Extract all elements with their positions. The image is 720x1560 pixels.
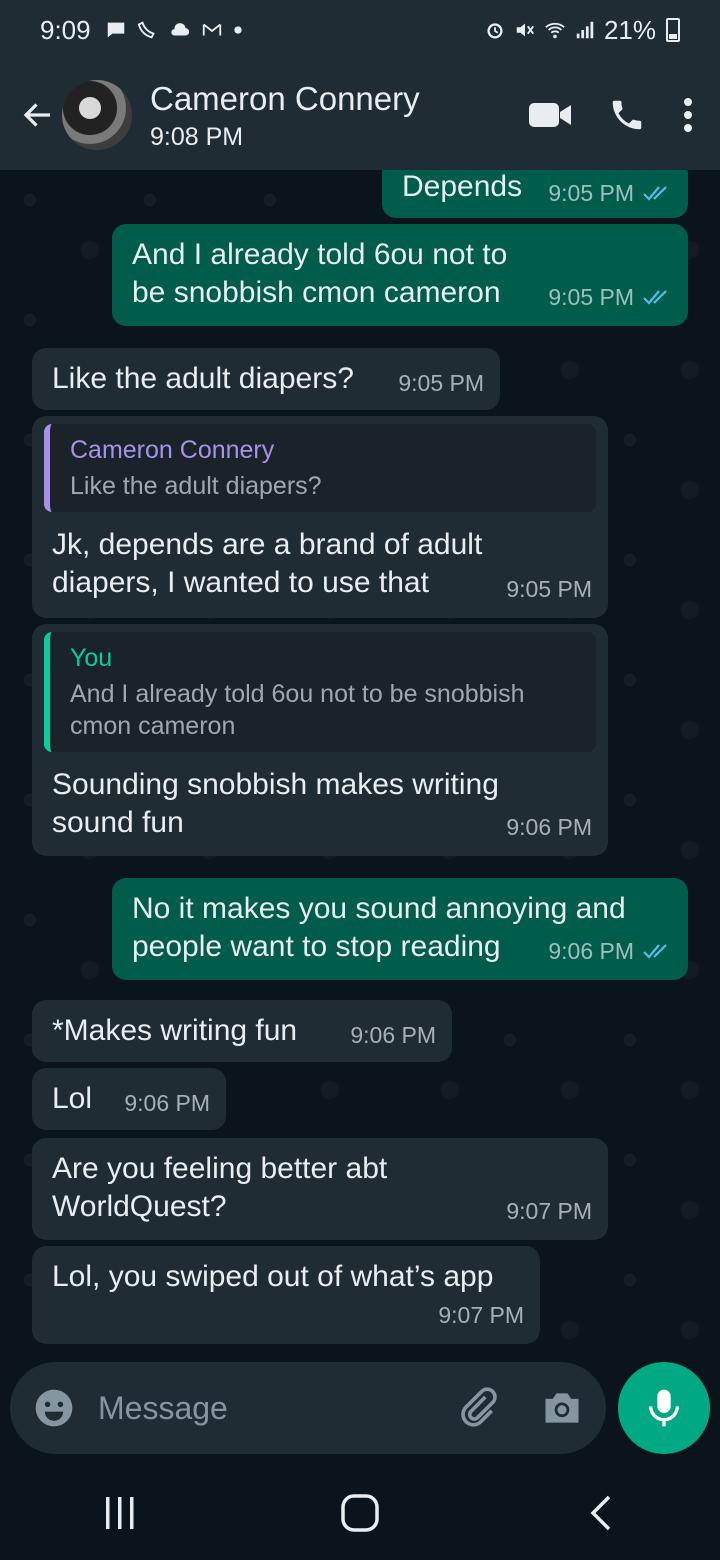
home-icon	[341, 1494, 379, 1532]
message-meta: 9:06 PM	[548, 932, 672, 970]
emoji-icon[interactable]	[32, 1386, 76, 1430]
message-meta: 9:07 PM	[438, 1296, 524, 1334]
microphone-icon	[649, 1389, 679, 1427]
message-meta: 9:05 PM	[548, 278, 672, 316]
message-list[interactable]: Depends 9:05 PM And I already told 6ou n…	[0, 170, 720, 1360]
message-incoming[interactable]: Like the adult diapers? 9:05 PM	[32, 348, 500, 410]
message-incoming[interactable]: Are you feeling better abt WorldQuest? 9…	[32, 1138, 608, 1240]
message-text: Lol, you swiped out of what’s app	[52, 1260, 494, 1293]
message-text: Depends	[402, 170, 523, 203]
video-call-button[interactable]	[528, 100, 572, 130]
video-camera-icon	[529, 103, 571, 127]
system-icons: 21%	[484, 15, 680, 46]
chat-header: Cameron Connery 9:08 PM	[0, 60, 720, 170]
quoted-author: Cameron Connery	[70, 436, 275, 464]
message-meta: 9:05 PM	[548, 174, 672, 212]
signal-icon	[576, 21, 594, 39]
recents-icon	[106, 1497, 134, 1529]
message-outgoing[interactable]: Depends 9:05 PM	[382, 170, 688, 218]
wifi-icon	[545, 22, 565, 39]
message-time: 9:06 PM	[124, 1090, 210, 1116]
status-time: 9:09	[40, 14, 91, 45]
message-text: Sounding snobbish makes writing sound fu…	[52, 768, 499, 839]
double-check-icon	[643, 944, 667, 959]
message-time: 9:07 PM	[438, 1302, 524, 1328]
status-bar: 9:09 21%	[0, 0, 720, 60]
battery-icon	[666, 18, 680, 42]
alarm-icon	[487, 23, 503, 39]
message-outgoing[interactable]: And I already told 6ou not to be snobbis…	[112, 224, 688, 326]
gmail-icon	[202, 23, 221, 36]
paperclip-icon[interactable]	[456, 1386, 500, 1430]
message-text: Like the adult diapers?	[52, 362, 354, 395]
message-time: 9:07 PM	[506, 1198, 592, 1224]
last-seen: 9:08 PM	[150, 122, 244, 151]
cloud-icon	[170, 23, 189, 36]
dot-icon	[233, 26, 242, 34]
avatar[interactable]	[62, 80, 132, 150]
message-meta: 9:05 PM	[506, 570, 592, 608]
phone-icon	[612, 100, 642, 130]
kebab-menu-icon	[684, 98, 692, 132]
double-check-icon	[643, 186, 667, 201]
message-incoming-reply[interactable]: You And I already told 6ou not to be sno…	[32, 624, 608, 856]
message-text: Are you feeling better abt WorldQuest?	[52, 1152, 388, 1223]
double-check-icon	[643, 290, 667, 305]
wifi-call-icon	[137, 21, 155, 39]
message-meta: 9:06 PM	[124, 1084, 210, 1122]
message-text: Lol	[52, 1082, 93, 1115]
chevron-left-icon	[590, 1495, 611, 1531]
quoted-message[interactable]: You And I already told 6ou not to be sno…	[44, 632, 596, 752]
system-nav-bar	[0, 1466, 720, 1560]
quoted-author: You	[70, 644, 113, 672]
message-time: 9:06 PM	[506, 814, 592, 840]
message-time: 9:06 PM	[548, 938, 634, 964]
message-text: Jk, depends are a brand of adult diapers…	[52, 528, 483, 599]
message-text: And I already told 6ou not to be snobbis…	[132, 238, 508, 309]
message-incoming[interactable]: *Makes writing fun 9:06 PM	[32, 1000, 452, 1062]
header-actions	[528, 96, 694, 134]
message-meta: 9:06 PM	[350, 1016, 436, 1054]
message-time: 9:05 PM	[548, 180, 634, 206]
voice-message-button[interactable]	[618, 1362, 710, 1454]
message-composer[interactable]: Message	[10, 1362, 606, 1454]
quoted-message[interactable]: Cameron Connery Like the adult diapers?	[44, 424, 596, 512]
back-nav-button[interactable]	[560, 1483, 640, 1543]
back-button[interactable]	[10, 87, 66, 143]
more-options-button[interactable]	[682, 96, 694, 134]
message-time: 9:05 PM	[398, 370, 484, 396]
home-button[interactable]	[320, 1483, 400, 1543]
arrow-left-icon	[23, 103, 50, 127]
quoted-text: And I already told 6ou not to be snobbis…	[70, 680, 525, 740]
message-input[interactable]: Message	[98, 1390, 228, 1427]
message-outgoing[interactable]: No it makes you sound annoying and peopl…	[112, 878, 688, 980]
contact-info[interactable]: Cameron Connery 9:08 PM	[150, 79, 420, 152]
message-incoming[interactable]: Lol 9:06 PM	[32, 1068, 226, 1130]
message-time: 9:05 PM	[548, 284, 634, 310]
battery-percent: 21%	[603, 14, 656, 45]
voice-call-button[interactable]	[608, 96, 646, 134]
message-time: 9:06 PM	[350, 1022, 436, 1048]
composer-actions	[456, 1386, 584, 1430]
mute-icon	[516, 23, 534, 37]
message-time: 9:05 PM	[506, 576, 592, 602]
quoted-text: Like the adult diapers?	[70, 472, 322, 500]
message-text: *Makes writing fun	[52, 1014, 298, 1047]
notification-icons	[105, 19, 243, 41]
camera-icon[interactable]	[540, 1386, 584, 1430]
contact-name: Cameron Connery	[150, 79, 420, 117]
message-incoming-reply[interactable]: Cameron Connery Like the adult diapers? …	[32, 416, 608, 618]
message-meta: 9:07 PM	[506, 1192, 592, 1230]
recents-button[interactable]	[80, 1483, 160, 1543]
message-meta: 9:05 PM	[398, 364, 484, 402]
message-meta: 9:06 PM	[506, 808, 592, 846]
message-incoming[interactable]: Lol, you swiped out of what’s app 9:07 P…	[32, 1246, 540, 1344]
chat-bubble-icon	[107, 22, 124, 38]
